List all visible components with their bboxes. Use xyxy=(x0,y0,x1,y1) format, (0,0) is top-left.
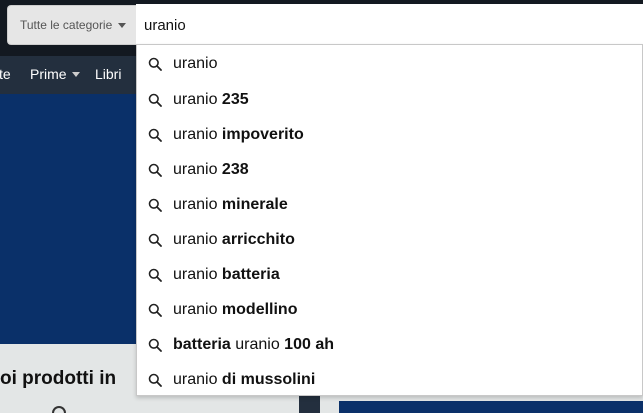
suggestion-query-part: uranio xyxy=(173,300,222,318)
suggestion-item[interactable]: uranio arricchito xyxy=(137,222,642,257)
search-icon xyxy=(148,128,162,142)
search-icon xyxy=(148,57,162,71)
product-image-icon xyxy=(52,406,66,413)
nav-item-prime-label: Prime xyxy=(30,66,67,82)
nav-item-prime[interactable]: Prime xyxy=(30,66,80,82)
suggestion-item[interactable]: uranio 235 xyxy=(137,82,642,117)
suggestion-text: uranio arricchito xyxy=(173,231,295,249)
section-title: oi prodotti in xyxy=(0,368,117,389)
suggestion-query-part: uranio xyxy=(173,230,222,248)
suggestion-completion-part: di mussolini xyxy=(221,370,316,388)
search-suggestions-dropdown: uranio uranio 235 uranio impoverito uranio … xyxy=(136,44,643,396)
suggestion-item[interactable]: batteria uranio 100 ah xyxy=(137,327,642,362)
suggestion-item[interactable]: uranio modellino xyxy=(137,292,642,327)
suggestion-item[interactable]: uranio batteria xyxy=(137,257,642,292)
suggestion-query-part: uranio xyxy=(173,125,222,143)
suggestion-text: uranio xyxy=(173,55,217,73)
category-label: Tutte le categorie xyxy=(20,18,113,32)
suggestion-query-part: uranio xyxy=(173,160,222,178)
suggestion-completion-part: arricchito xyxy=(221,230,295,248)
nav-item-partial[interactable]: te xyxy=(0,66,11,82)
promo-card[interactable] xyxy=(339,401,643,413)
suggestion-query-part: uranio xyxy=(173,370,222,388)
suggestion-completion-part: 235 xyxy=(221,90,249,108)
search-icon xyxy=(148,163,162,177)
nav-item-books[interactable]: Libri xyxy=(95,66,121,82)
suggestion-text: uranio 235 xyxy=(173,91,249,109)
suggestion-query-part: uranio xyxy=(173,90,222,108)
suggestion-text: uranio batteria xyxy=(173,266,280,284)
suggestion-completion-part: 100 ah xyxy=(284,335,334,353)
search-icon xyxy=(148,338,162,352)
suggestion-query-part: uranio xyxy=(173,195,222,213)
search-icon xyxy=(148,303,162,317)
suggestion-completion-part: batteria xyxy=(221,265,280,283)
suggestion-completion-part: modellino xyxy=(221,300,298,318)
category-select[interactable]: Tutte le categorie xyxy=(7,5,136,45)
suggestion-text: uranio minerale xyxy=(173,196,288,214)
search-input[interactable] xyxy=(136,4,643,46)
caret-down-icon xyxy=(71,71,80,77)
suggestion-item[interactable]: uranio xyxy=(137,45,642,82)
divider xyxy=(299,396,320,413)
suggestion-item[interactable]: uranio minerale xyxy=(137,187,642,222)
suggestion-completion-part: impoverito xyxy=(221,125,304,143)
suggestion-text: uranio impoverito xyxy=(173,126,304,144)
suggestion-query-part: uranio xyxy=(173,54,218,72)
search-icon xyxy=(148,268,162,282)
search-icon xyxy=(148,198,162,212)
suggestion-completion-part: minerale xyxy=(221,195,288,213)
suggestion-completion-part: batteria xyxy=(173,335,231,353)
search-icon xyxy=(148,233,162,247)
caret-down-icon xyxy=(118,22,127,28)
search-icon xyxy=(148,373,162,387)
search-icon xyxy=(148,93,162,107)
suggestion-query-part: uranio xyxy=(173,265,222,283)
suggestion-text: uranio modellino xyxy=(173,301,297,319)
suggestion-query-part: uranio xyxy=(230,335,285,353)
top-header: Tutte le categorie xyxy=(0,0,643,46)
suggestion-item[interactable]: uranio di mussolini xyxy=(137,362,642,397)
suggestion-text: uranio di mussolini xyxy=(173,371,315,389)
suggestion-completion-part: 238 xyxy=(221,160,249,178)
suggestion-text: uranio 238 xyxy=(173,161,249,179)
suggestion-item[interactable]: uranio impoverito xyxy=(137,117,642,152)
suggestion-item[interactable]: uranio 238 xyxy=(137,152,642,187)
suggestion-text: batteria uranio 100 ah xyxy=(173,336,334,354)
suggestion-list: uranio uranio 235 uranio impoverito uranio … xyxy=(137,45,642,397)
